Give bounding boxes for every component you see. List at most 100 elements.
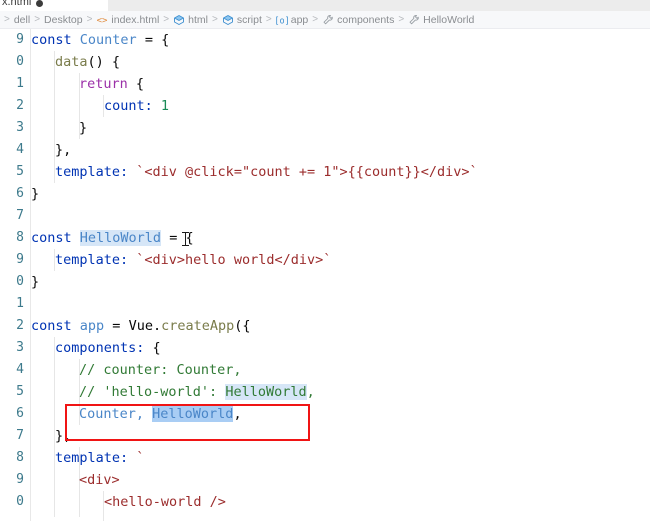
line-number: 9 <box>16 32 24 47</box>
breadcrumb-separator: > <box>4 14 10 25</box>
token-punct: , <box>233 406 242 422</box>
line-number: 9 <box>16 472 24 487</box>
breadcrumb-separator: > <box>398 14 405 25</box>
breadcrumb-separator: > <box>163 14 170 25</box>
breadcrumb-separator: > <box>86 14 93 25</box>
code-line[interactable]: const HelloWorld = { <box>31 227 194 249</box>
breadcrumb-item-index-html[interactable]: <> index.html <box>95 11 160 28</box>
line-number: 2 <box>16 318 24 333</box>
breadcrumb-separator: > <box>211 14 218 25</box>
token-comment-helloworld[interactable]: HelloWorld <box>225 384 307 400</box>
line-number: 4 <box>16 142 24 157</box>
breadcrumb-label: script <box>236 13 262 26</box>
code-content[interactable]: const Counter = { data() { return { coun… <box>31 29 650 521</box>
line-number: 7 <box>16 208 24 223</box>
token-comment: // 'hello-world': <box>79 384 226 400</box>
token-punct: { <box>127 76 145 92</box>
token-comment: // counter: Counter, <box>79 362 242 378</box>
token-punct: = { <box>161 230 194 246</box>
token-template-string: `<div @click="count += 1">{{count}}</div… <box>136 164 478 180</box>
code-line[interactable]: const Counter = { <box>31 29 169 51</box>
breadcrumb-item-script[interactable]: script <box>221 11 263 28</box>
token-punct: }, <box>55 428 72 444</box>
token-variable-app: app <box>79 318 105 334</box>
breadcrumb-label: index.html <box>111 13 160 26</box>
breadcrumb-item-html[interactable]: html <box>172 11 209 28</box>
line-number: 5 <box>16 384 24 399</box>
token-punct: }, <box>55 142 72 158</box>
line-number: 0 <box>16 494 24 509</box>
token-html-tag-helloworld: <hello-world /> <box>104 494 226 510</box>
code-line[interactable]: } <box>31 117 87 139</box>
svg-text:[o]: [o] <box>276 16 288 26</box>
line-number: 1 <box>16 76 24 91</box>
token-class-name-helloworld-selected[interactable]: HelloWorld <box>152 406 234 422</box>
code-line[interactable]: <div> <box>31 469 120 491</box>
token-backtick: ` <box>136 450 145 466</box>
line-number: 6 <box>16 186 24 201</box>
code-line[interactable]: <hello-world /> <box>31 491 226 513</box>
token-keyword-return: return <box>79 76 128 92</box>
code-line[interactable]: components: }{ <box>31 337 161 359</box>
breadcrumb-label: dell <box>13 13 31 26</box>
object-icon: [o] <box>276 14 288 26</box>
token-brace-open: { <box>152 340 161 356</box>
code-line[interactable]: const app = Vue.createApp({ <box>31 315 251 337</box>
token-property: template: <box>55 252 137 268</box>
code-line[interactable]: template: `<div>hello world</div>` <box>31 249 331 271</box>
line-number: 0 <box>16 274 24 289</box>
token-punct: } <box>31 186 40 202</box>
token-punct: ({ <box>234 318 251 334</box>
line-number: 2 <box>16 98 24 113</box>
breadcrumb-item-dell[interactable]: dell <box>13 11 31 28</box>
line-number: 4 <box>16 362 24 377</box>
token-operator: = <box>104 318 129 334</box>
code-line[interactable]: }, <box>31 139 71 161</box>
line-number: 9 <box>16 252 24 267</box>
code-line[interactable]: template: ` <box>31 447 144 469</box>
token-html-tag: <div> <box>79 472 120 488</box>
svg-text:<>: <> <box>97 16 108 26</box>
code-line[interactable]: data() { <box>31 51 120 73</box>
wrench-icon <box>408 14 420 26</box>
code-line[interactable]: } <box>31 183 39 205</box>
token-class-name-helloworld[interactable]: HelloWorld <box>79 230 162 246</box>
code-line[interactable]: Counter, HelloWorld, <box>31 403 242 425</box>
token-punct: . <box>152 318 162 334</box>
code-line[interactable]: return { <box>31 73 144 95</box>
breadcrumb-item-helloworld[interactable]: HelloWorld <box>407 11 475 28</box>
html-tag-icon: <> <box>96 14 108 26</box>
token-class-name-counter: Counter, <box>79 406 153 422</box>
cube-icon <box>173 14 185 26</box>
breadcrumb-item-components[interactable]: components <box>321 11 395 28</box>
breadcrumb-label: app <box>290 13 309 26</box>
code-editor[interactable]: 9 0 1 2 3 4 5 6 7 8 9 0 1 2 3 4 5 6 7 8 … <box>0 29 650 521</box>
editor-tab-label: x.html <box>2 0 32 8</box>
breadcrumb-label: components <box>337 13 395 26</box>
breadcrumb-item-desktop[interactable]: Desktop <box>43 11 84 28</box>
code-line[interactable]: count: 1 <box>31 95 169 117</box>
token-punct: () { <box>87 54 121 70</box>
line-number: 3 <box>16 340 24 355</box>
breadcrumb-item-app[interactable]: [o] app <box>275 11 310 28</box>
unsaved-indicator-icon <box>36 0 44 7</box>
breadcrumb-separator: > <box>312 14 319 25</box>
line-number: 1 <box>16 296 24 311</box>
code-line[interactable]: // counter: Counter, <box>31 359 242 381</box>
code-line[interactable]: template: `<div @click="count += 1">{{co… <box>31 161 478 183</box>
code-line[interactable]: // 'hello-world': HelloWorld, <box>31 381 315 403</box>
breadcrumb-label: HelloWorld <box>423 13 475 26</box>
line-number: 3 <box>16 120 24 135</box>
token-class-name: Counter <box>79 32 137 48</box>
line-number-gutter: 9 0 1 2 3 4 5 6 7 8 9 0 1 2 3 4 5 6 7 8 … <box>0 29 31 521</box>
code-line[interactable]: } <box>31 271 39 293</box>
token-punct: } <box>79 120 88 136</box>
breadcrumb: > dell > Desktop > <> index.html > html … <box>0 11 650 29</box>
line-number: 7 <box>16 428 24 443</box>
code-line[interactable]: }, <box>31 425 71 447</box>
token-function: data <box>55 54 88 70</box>
token-template-string: `<div>hello world</div>` <box>136 252 332 268</box>
editor-tab-index-html[interactable]: x.html <box>0 0 108 11</box>
